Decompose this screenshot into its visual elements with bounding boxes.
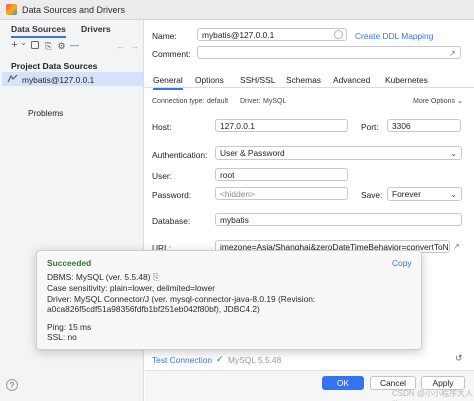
comment-field[interactable] — [197, 46, 461, 59]
save-select[interactable]: Forever ⌄ — [387, 187, 462, 201]
section-title-project-data-sources: Project Data Sources — [11, 61, 98, 71]
database-label: Database: — [152, 216, 191, 226]
more-options-link[interactable]: More Options — [413, 98, 455, 105]
add-dropdown-icon[interactable]: ⌄ — [18, 38, 29, 47]
check-icon: ✓ — [216, 354, 224, 364]
tab-schemas[interactable]: Schemas — [286, 75, 321, 85]
window-title: Data Sources and Drivers — [22, 5, 126, 15]
popup-line-revision: a0ca826f5cdf51a98356fdfb1bf251eb042f80bf… — [47, 304, 260, 314]
connection-type-label: Connection type: — [152, 98, 205, 105]
authentication-select[interactable]: User & Password ⌄ — [215, 146, 462, 160]
save-value: Forever — [392, 189, 421, 199]
remove-icon[interactable]: — — [69, 40, 80, 50]
driver-link[interactable]: MySQL — [263, 98, 286, 105]
host-label: Host: — [152, 122, 172, 132]
refresh-icon[interactable] — [29, 40, 40, 52]
save-label: Save: — [361, 190, 383, 200]
problems-item[interactable]: Problems — [28, 108, 63, 118]
tab-ssh-ssl[interactable]: SSH/SSL — [240, 75, 275, 85]
comment-label: Comment: — [152, 49, 191, 59]
ok-button[interactable]: OK — [322, 376, 364, 390]
password-label: Password: — [152, 190, 192, 200]
expand-icon[interactable]: ↗ — [449, 49, 456, 58]
port-field[interactable]: 3306 — [387, 119, 461, 132]
authentication-label: Authentication: — [152, 150, 208, 160]
datasource-label: mybatis@127.0.0.1 — [22, 75, 95, 85]
popup-line-driver: Driver: MySQL Connector/J (ver. mysql-co… — [47, 294, 316, 304]
connection-type-link[interactable]: default — [207, 98, 228, 105]
password-field[interactable]: <hidden> — [215, 187, 348, 200]
popup-line-ssl: SSL: no — [47, 332, 77, 342]
create-ddl-mapping-link[interactable]: Create DDL Mapping — [355, 31, 433, 41]
tab-drivers[interactable]: Drivers — [81, 24, 111, 34]
tab-kubernetes[interactable]: Kubernetes — [385, 75, 428, 85]
chevron-down-icon: ⌄ — [450, 190, 457, 199]
authentication-value: User & Password — [220, 148, 285, 158]
tab-advanced[interactable]: Advanced — [333, 75, 370, 85]
popup-line-case: Case sensitivity: plain=lower, delimited… — [47, 283, 216, 293]
copy-icon[interactable]: ⎘ — [43, 41, 54, 52]
name-clear-icon[interactable] — [334, 30, 343, 39]
copy-small-icon[interactable]: ⎘ — [150, 272, 160, 282]
database-field[interactable]: mybatis — [215, 213, 462, 226]
port-label: Port: — [361, 122, 379, 132]
forward-icon[interactable]: → — [129, 41, 140, 51]
back-icon[interactable]: ← — [115, 41, 126, 51]
user-field[interactable]: root — [215, 168, 348, 181]
help-icon[interactable]: ? — [6, 379, 18, 391]
tab-options[interactable]: Options — [195, 75, 224, 85]
name-label: Name: — [152, 31, 177, 41]
chevron-down-icon[interactable]: ⌄ — [457, 97, 463, 105]
tab-data-sources[interactable]: Data Sources — [11, 24, 66, 38]
test-connection-link[interactable]: Test Connection — [152, 355, 212, 365]
name-field[interactable]: mybatis@127.0.0.1 — [197, 28, 347, 41]
copy-link[interactable]: Copy — [392, 258, 412, 268]
database-icon — [7, 74, 18, 86]
tab-general[interactable]: General — [153, 75, 183, 90]
popup-title: Succeeded — [47, 258, 92, 268]
user-label: User: — [152, 171, 173, 181]
watermark: CSDN @小小程序大人物 — [392, 389, 474, 401]
reset-icon[interactable]: ↺ — [455, 353, 463, 364]
expand-url-icon[interactable]: ↗ — [453, 242, 460, 251]
test-result: MySQL 5.5.48 — [228, 355, 282, 365]
chevron-down-icon: ⌄ — [450, 149, 457, 158]
app-logo-icon — [6, 4, 17, 15]
popup-line-dbms: DBMS: MySQL (ver. 5.5.48) ⎘ — [47, 272, 160, 282]
settings-icon[interactable]: ⚙ — [56, 41, 67, 52]
popup-line-ping: Ping: 15 ms — [47, 322, 92, 332]
host-field[interactable]: 127.0.0.1 — [215, 119, 348, 132]
driver-label: Driver: — [240, 98, 261, 105]
